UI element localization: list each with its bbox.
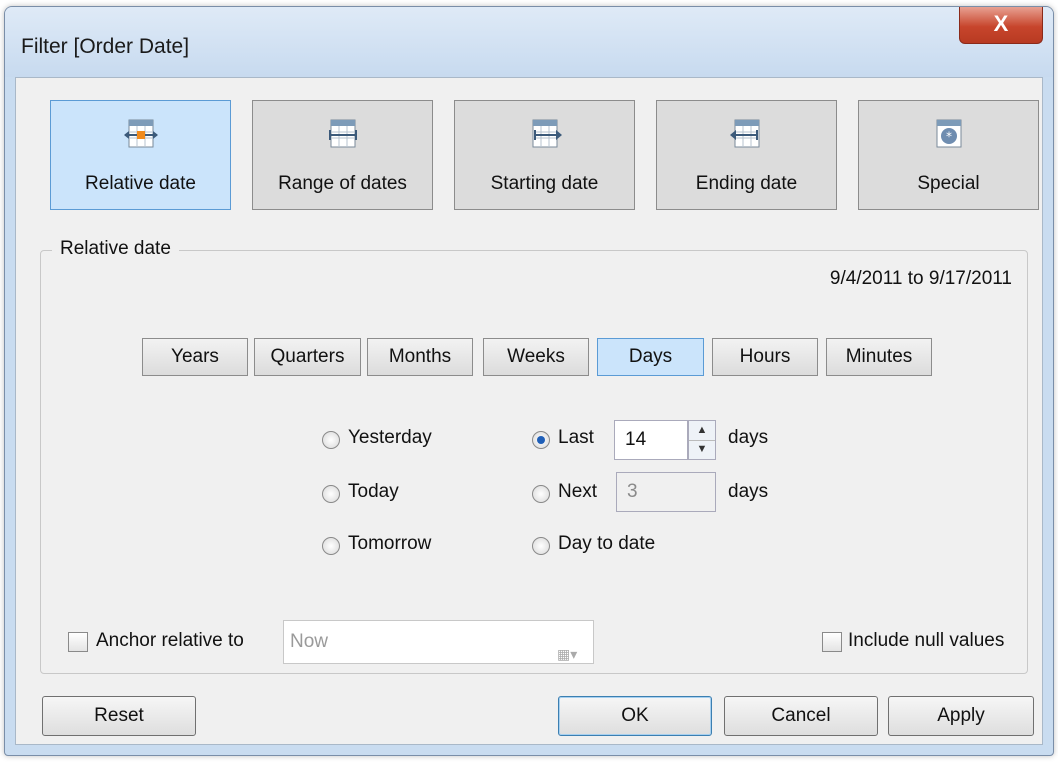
tomorrow-radio[interactable]: [322, 537, 340, 555]
title-bar: Filter [Order Date] X: [5, 7, 1053, 77]
range-of-dates-label: Range of dates: [278, 173, 407, 194]
stepper-up-icon[interactable]: ▲: [689, 421, 715, 441]
last-count-input[interactable]: 14: [614, 420, 688, 460]
to-date-label: Day to date: [558, 533, 656, 554]
range-of-dates-button[interactable]: Range of dates: [252, 100, 433, 210]
include-null-checkbox[interactable]: [822, 632, 842, 652]
calendar-relative-icon: [124, 119, 158, 148]
tomorrow-label: Tomorrow: [348, 533, 432, 554]
unit-months-button[interactable]: Months: [367, 338, 473, 376]
dialog-body: Relative date Range of dates Starting da…: [15, 77, 1043, 745]
unit-years-button[interactable]: Years: [142, 338, 248, 376]
filter-dialog: Filter [Order Date] X Relative date Rang…: [4, 6, 1054, 756]
ending-date-button[interactable]: Ending date: [656, 100, 837, 210]
apply-button[interactable]: Apply: [888, 696, 1034, 736]
unit-quarters-button[interactable]: Quarters: [254, 338, 361, 376]
today-radio[interactable]: [322, 485, 340, 503]
unit-days-button[interactable]: Days: [597, 338, 704, 376]
relative-date-label: Relative date: [85, 173, 196, 194]
next-count-input[interactable]: 3: [616, 472, 716, 512]
calendar-dropdown-icon[interactable]: ▦▾: [557, 633, 587, 662]
yesterday-radio[interactable]: [322, 431, 340, 449]
calendar-start-icon: [532, 119, 562, 148]
yesterday-label: Yesterday: [348, 427, 432, 448]
last-label: Last: [558, 427, 594, 448]
unit-minutes-button[interactable]: Minutes: [826, 338, 932, 376]
anchor-label: Anchor relative to: [96, 630, 244, 651]
today-label: Today: [348, 481, 399, 502]
close-button[interactable]: X: [959, 7, 1043, 44]
starting-date-label: Starting date: [490, 173, 599, 194]
ok-button[interactable]: OK: [558, 696, 712, 736]
anchor-checkbox[interactable]: [68, 632, 88, 652]
stepper-down-icon[interactable]: ▼: [689, 440, 715, 459]
to-date-radio[interactable]: [532, 537, 550, 555]
unit-hours-button[interactable]: Hours: [712, 338, 818, 376]
relative-date-group: [40, 250, 1028, 674]
special-button[interactable]: * Special: [858, 100, 1039, 210]
anchor-date-combo[interactable]: Now ▦▾: [283, 620, 594, 664]
next-label: Next: [558, 481, 598, 502]
next-unit-label: days: [728, 481, 769, 502]
last-count-stepper[interactable]: ▲ ▼: [688, 420, 716, 460]
relative-date-button[interactable]: Relative date: [50, 100, 231, 210]
unit-weeks-button[interactable]: Weeks: [483, 338, 589, 376]
svg-text:*: *: [946, 130, 952, 144]
special-label: Special: [917, 173, 980, 194]
calendar-special-icon: *: [936, 119, 962, 148]
date-range-preview: 9/4/2011 to 9/17/2011: [829, 268, 1012, 289]
starting-date-button[interactable]: Starting date: [454, 100, 635, 210]
last-radio[interactable]: [532, 431, 550, 449]
cancel-button[interactable]: Cancel: [724, 696, 878, 736]
last-unit-label: days: [728, 427, 769, 448]
reset-button[interactable]: Reset: [42, 696, 196, 736]
group-title: Relative date: [52, 238, 179, 260]
include-null-label: Include null values: [848, 630, 1005, 651]
anchor-value: Now: [290, 631, 329, 652]
calendar-end-icon: [730, 119, 760, 148]
calendar-range-icon: [329, 119, 357, 148]
window-title: Filter [Order Date]: [21, 35, 190, 58]
ending-date-label: Ending date: [695, 173, 798, 194]
next-radio[interactable]: [532, 485, 550, 503]
